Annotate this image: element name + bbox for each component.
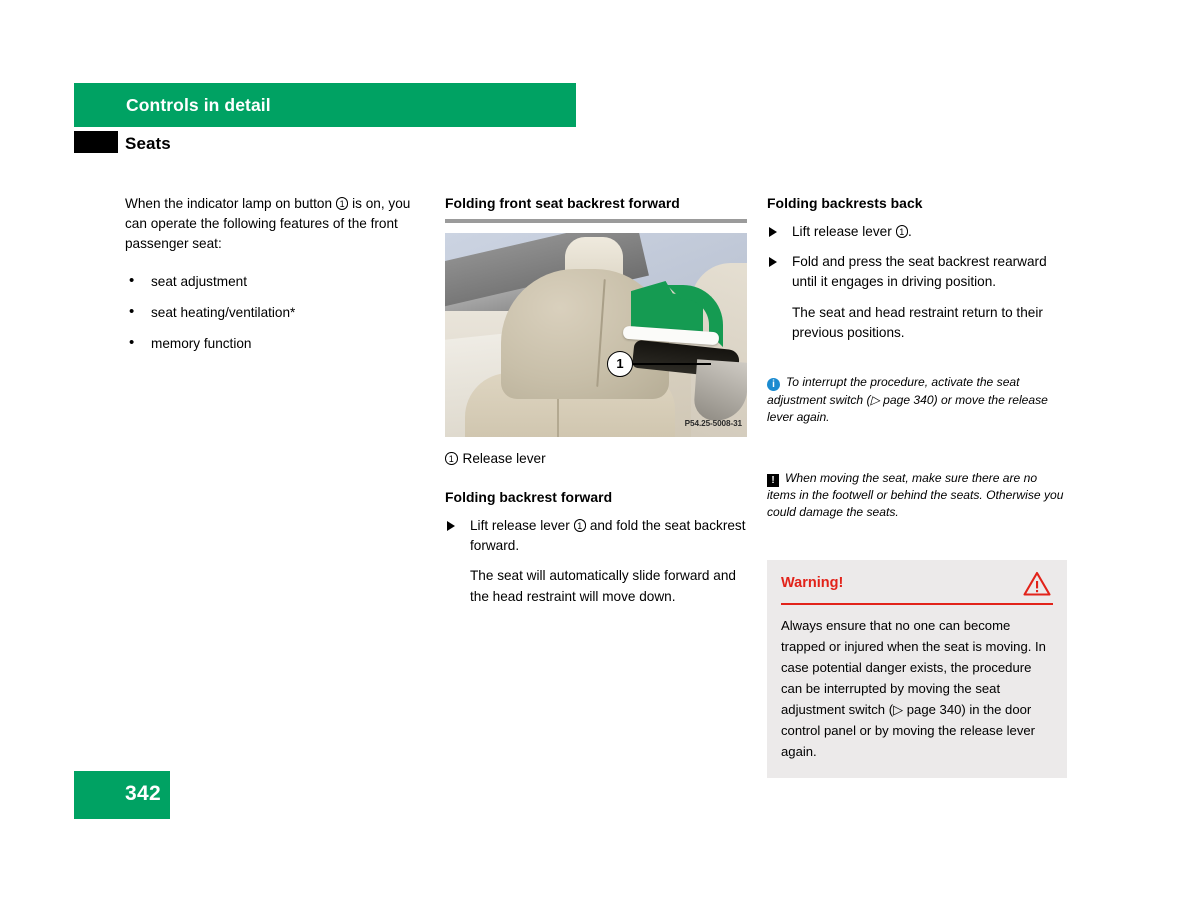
step-result-text: The seat and head restraint return to th… (792, 304, 1043, 340)
step-item: Lift release lever 1 and fold the seat b… (445, 516, 747, 556)
warning-triangle-icon (1023, 571, 1051, 596)
reference-marker-1-icon: 1 (335, 197, 349, 210)
chapter-header-bar: Controls in detail (74, 83, 576, 127)
triangle-bullet-icon (769, 257, 777, 268)
list-item: memory function (125, 333, 425, 354)
intro-paragraph: When the indicator lamp on button 1 is o… (125, 194, 425, 255)
right-column: Folding backrests back Lift release leve… (767, 194, 1067, 778)
middle-subheading: Folding backrest forward (445, 489, 613, 505)
middle-heading: Folding front seat backrest forward (445, 195, 680, 211)
left-column: When the indicator lamp on button 1 is o… (125, 194, 425, 365)
feature-label: seat heating/ventilation* (151, 304, 296, 320)
section-tab-marker (74, 131, 118, 153)
seat-backrest-photo: 1 P54.25-5008-31 (445, 233, 747, 437)
right-heading: Folding backrests back (767, 195, 923, 211)
step-text-part1: Lift release lever (470, 518, 570, 533)
warning-box: Warning! Always ensure that no one can b… (767, 559, 1067, 778)
step-text-part2: . (908, 224, 912, 239)
caution-exclamation-icon: ! (767, 473, 779, 487)
legend-marker-1-icon: 1 (445, 452, 458, 465)
step-result-text: The seat will automatically slide forwar… (470, 568, 736, 604)
middle-column: Folding front seat backrest forward 1 P5… (445, 194, 747, 607)
caution-note: ! When moving the seat, make sure there a… (767, 470, 1067, 522)
callout-marker-1: 1 (607, 351, 633, 377)
figure-image-code: P54.25-5008-31 (684, 418, 742, 428)
warning-body-text: Always ensure that no one can become tra… (781, 617, 1046, 759)
heading-rule (445, 219, 747, 223)
page-number: 342 (125, 782, 161, 805)
list-item: seat heating/ventilation* (125, 302, 425, 323)
step-item: Fold and press the seat backrest rearwar… (767, 252, 1067, 292)
step-text: Fold and press the seat backrest rearwar… (792, 254, 1047, 290)
chapter-title: Controls in detail (126, 95, 271, 115)
list-item: seat adjustment (125, 271, 425, 292)
feature-label: memory function (151, 336, 252, 352)
reference-marker-1-icon: 1 (573, 519, 587, 532)
step-item: Lift release lever 1. (767, 222, 1067, 242)
figure-legend: 1 Release lever (445, 449, 747, 469)
triangle-bullet-icon (769, 227, 777, 237)
step-text-part1: Lift release lever (792, 224, 892, 239)
intro-text-part1: When the indicator lamp on button (125, 196, 333, 211)
warning-header: Warning! (781, 571, 1053, 599)
page-number-box: 342 (74, 771, 170, 819)
triangle-bullet-icon (447, 521, 455, 531)
info-note-text: To interrupt the procedure, activate the… (767, 375, 1048, 424)
reference-marker-1-icon: 1 (895, 225, 909, 238)
warning-divider (781, 602, 1053, 605)
callout-leader-line (633, 363, 711, 366)
legend-label: Release lever (462, 451, 546, 466)
caution-note-text: When moving the seat, make sure there ar… (767, 470, 1064, 520)
feature-list: seat adjustment seat heating/ventilation… (125, 271, 425, 355)
info-icon: i (767, 378, 780, 392)
feature-label: seat adjustment (151, 273, 247, 289)
warning-title: Warning! (781, 574, 844, 591)
info-note: i To interrupt the procedure, activate th… (767, 374, 1067, 426)
section-title: Seats (125, 134, 171, 153)
